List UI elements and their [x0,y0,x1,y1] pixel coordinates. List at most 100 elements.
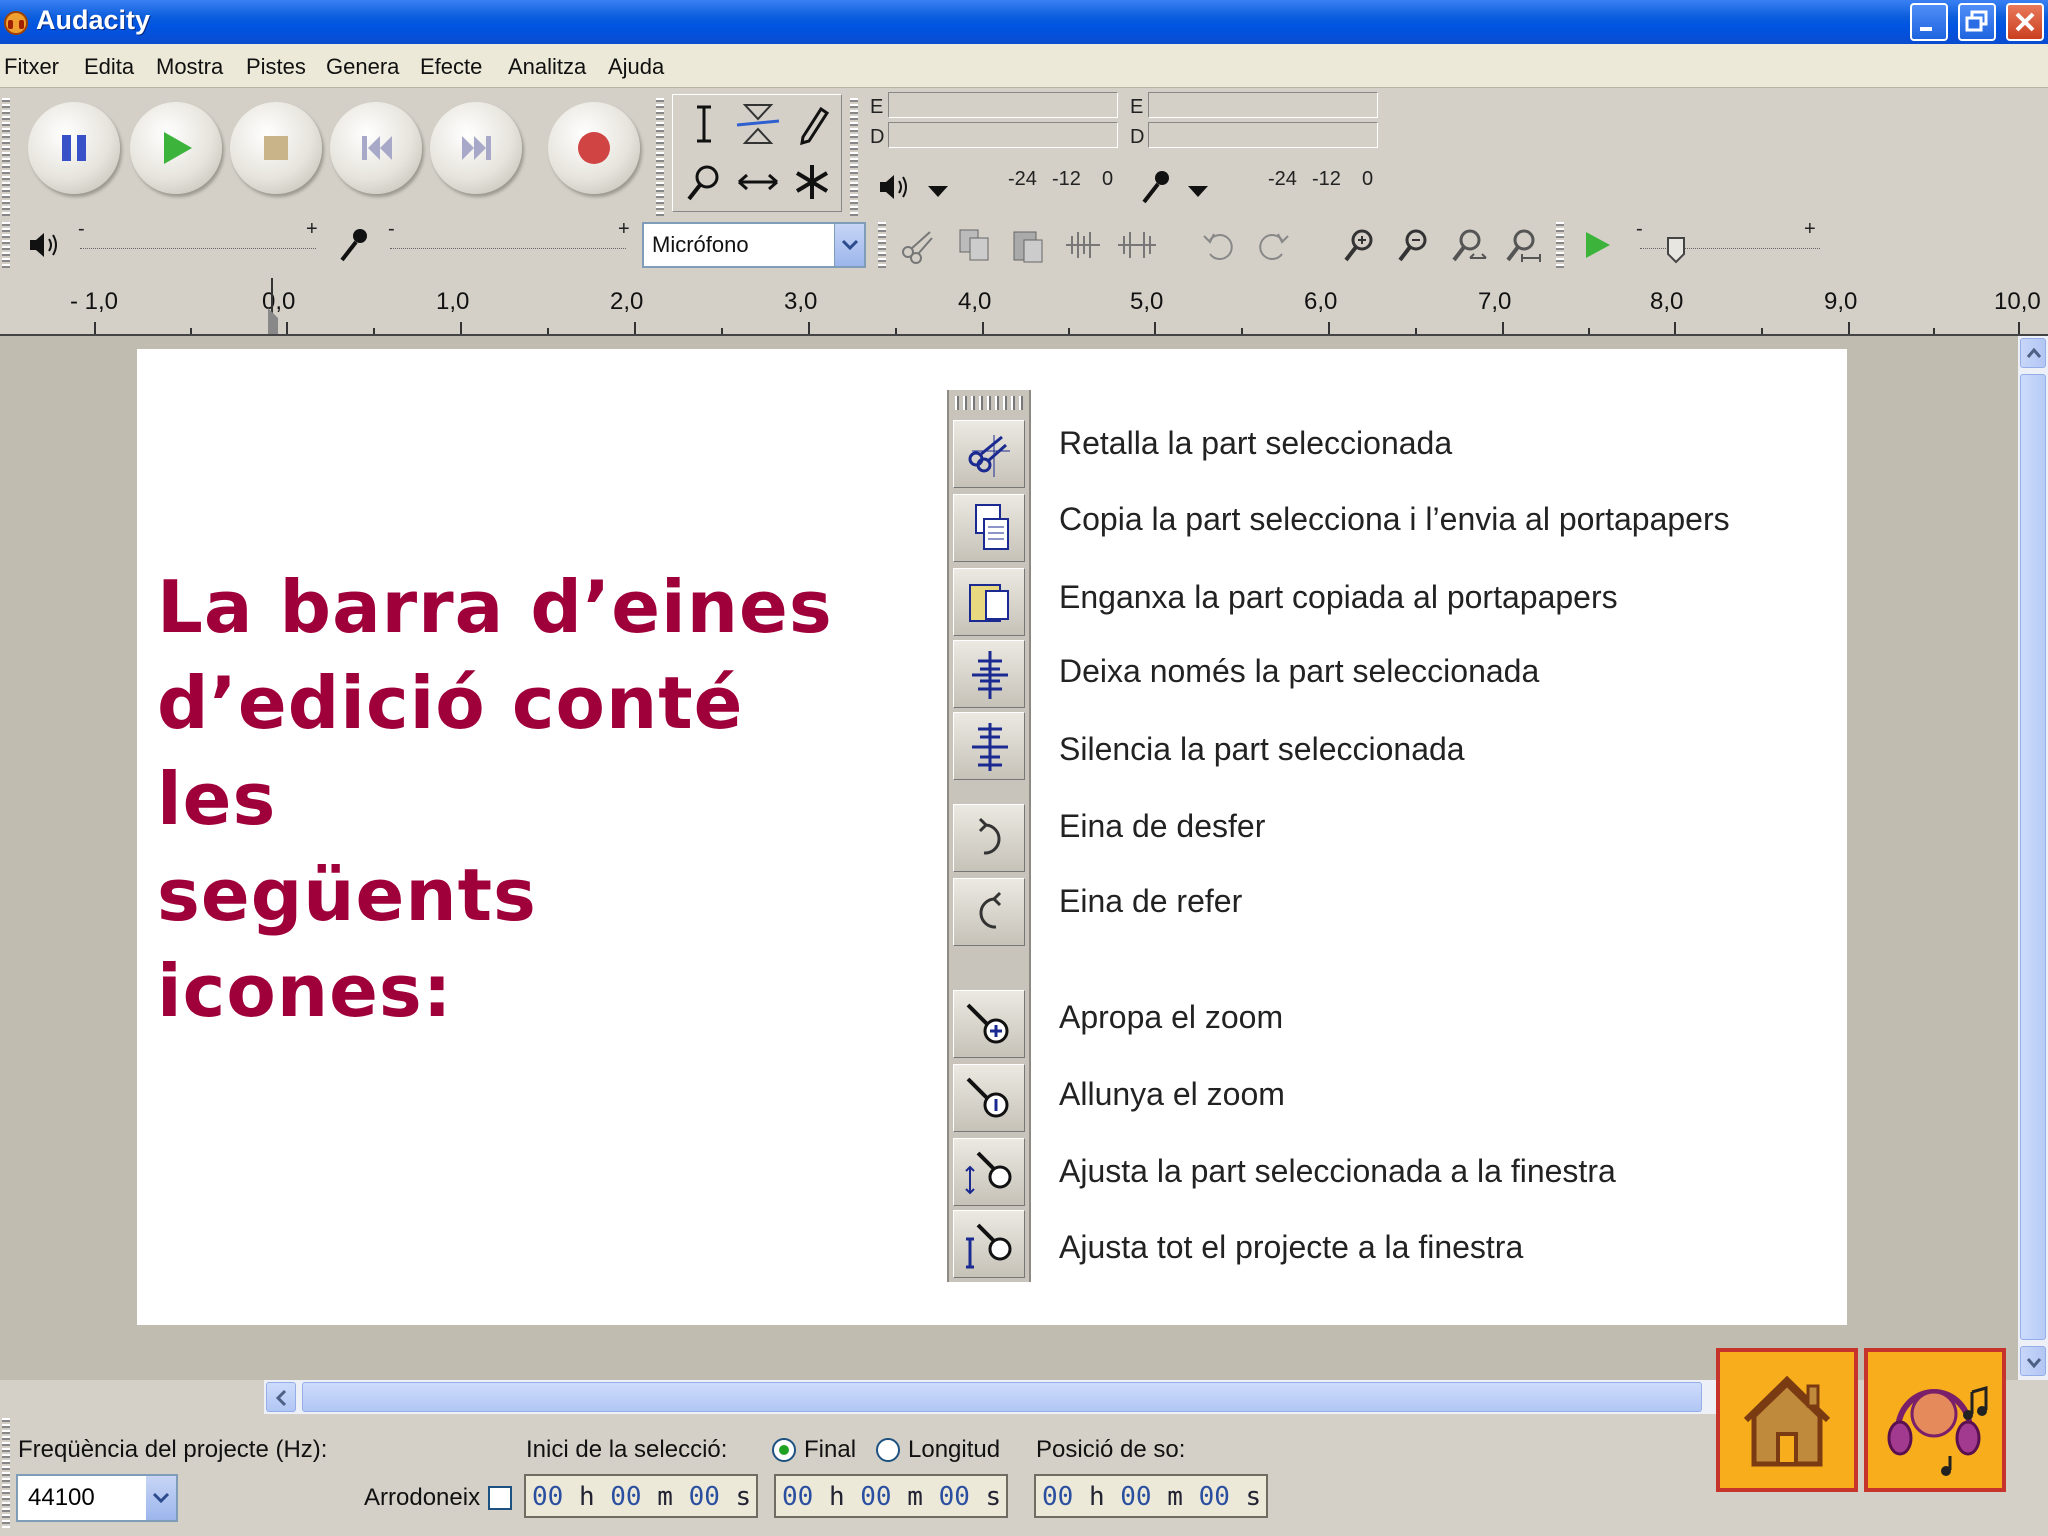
toolbar-grip[interactable] [878,222,886,270]
input-source-chevron-down-icon[interactable] [834,224,864,266]
vertical-scroll-thumb[interactable] [2020,374,2046,1340]
skip-end-button[interactable] [430,102,522,194]
horizontal-scrollbar[interactable] [264,1380,1718,1414]
toolbar-grip[interactable] [850,98,858,218]
scroll-left-chevron-left-icon[interactable] [266,1382,296,1412]
stop-button[interactable] [230,102,322,194]
audio-position-time[interactable]: 00 h 00 m 00 s [1034,1474,1268,1518]
ruler-minor-tick [1241,328,1243,334]
fit-project-icon[interactable] [1498,222,1544,268]
zoom-tool-icon[interactable] [677,155,731,209]
scroll-up-chevron-up-icon[interactable] [2020,338,2046,368]
vertical-scrollbar[interactable] [2018,336,2048,1380]
trim-icon[interactable] [896,222,942,268]
skip-start-button[interactable] [330,102,422,194]
scroll-down-chevron-down-icon[interactable] [2020,1346,2046,1376]
output-meter-right-label: D [870,126,885,148]
horizontal-scroll-thumb[interactable] [302,1382,1702,1412]
ruler-label: 9,0 [1824,288,1858,315]
toolbar-grip[interactable] [1556,222,1564,270]
menu-fitxer[interactable]: Fitxer [4,54,59,80]
hours-value: 00 [782,1482,814,1512]
selection-tool-icon[interactable] [677,97,731,151]
input-meter-right[interactable] [1148,122,1378,148]
tool-description: Eina de refer [1059,883,1243,919]
input-meter-left[interactable] [1148,92,1378,118]
microphone-icon [1134,164,1180,210]
silence-icon[interactable] [1114,222,1160,268]
redo-icon[interactable] [1250,222,1296,268]
output-volume-speaker-icon [22,222,68,268]
menu-edita[interactable]: Edita [84,54,134,80]
timeshift-tool-icon[interactable] [731,155,785,209]
output-scale-label: -12 [1052,168,1081,190]
multi-tool-icon[interactable] [785,155,839,209]
pause-button[interactable] [28,102,120,194]
toolbar-grip[interactable] [2,222,10,270]
snap-checkbox[interactable] [488,1486,512,1510]
project-rate-chevron-down-icon[interactable] [146,1476,176,1520]
undo-icon[interactable] [1196,222,1242,268]
home-button[interactable] [1716,1348,1858,1492]
zoom-in-icon[interactable] [1336,222,1382,268]
ruler-label: 5,0 [1130,288,1164,315]
headphones-music-icon [1887,1386,1988,1476]
selection-start-label: Inici de la selecció: [526,1436,728,1463]
length-radio[interactable] [876,1438,900,1462]
output-meter-left[interactable] [888,92,1118,118]
slide-heading-line: d’edició conté les [157,661,744,841]
menu-genera[interactable]: Genera [326,54,399,80]
selection-start-time[interactable]: 00 h 00 m 00 s [524,1474,758,1518]
output-meter-menu-chevron-down-icon[interactable] [916,166,962,212]
ruler-major-tick [808,322,810,334]
paste-icon[interactable] [1006,222,1052,268]
timeline-ruler[interactable]: - 1,0 0,0 1,0 2,0 3,0 4,0 5,0 6,0 7,0 8,0 9,0 10,0 [0,274,2048,336]
ruler-minor-tick [895,328,897,334]
play-speed-min-label: - [1636,218,1643,240]
menu-mostra[interactable]: Mostra [156,54,223,80]
input-meter-menu-chevron-down-icon[interactable] [1176,166,1222,212]
close-button[interactable] [2006,3,2044,41]
toolbar-grip[interactable] [2,98,10,218]
output-meter-left-label: E [870,96,884,118]
trim-outside-icon[interactable] [1060,222,1106,268]
ruler-major-tick [1328,322,1330,334]
zoom-out-icon[interactable] [1390,222,1436,268]
restore-button[interactable] [1958,3,1996,41]
play-speed-slider[interactable] [1666,236,1686,264]
ruler-label: 4,0 [958,288,992,315]
copy-icon[interactable] [952,222,998,268]
selection-end-time[interactable]: 00 h 00 m 00 s [774,1474,1008,1518]
minutes-unit: m [907,1482,923,1512]
tool-description: Ajusta tot el projecte a la finestra [1059,1229,1524,1265]
envelope-tool-icon[interactable] [731,97,785,151]
output-meter-right[interactable] [888,122,1118,148]
end-radio[interactable] [772,1438,796,1462]
toolbar-grip[interactable] [656,98,664,218]
fit-selection-icon[interactable] [1444,222,1490,268]
toolbar-grip[interactable] [2,1418,10,1528]
toolbar-grip [955,396,1023,410]
ruler-minor-tick [1415,328,1417,334]
playhead-marker-icon[interactable] [266,278,280,334]
trim-outside-icon [953,640,1025,708]
slide-heading: La barra d’eines d’edició conté les segü… [157,559,837,1039]
menu-efecte[interactable]: Efecte [420,54,482,80]
fit-project-icon [953,1210,1025,1278]
copy-icon [953,494,1025,562]
audio-guide-button[interactable] [1864,1348,2006,1492]
pencil-tool-icon[interactable] [785,97,839,151]
input-source-select[interactable]: Micrófono [642,222,866,268]
play-button[interactable] [130,102,222,194]
ruler-minor-tick [190,328,192,334]
ruler-label: 1,0 [436,288,470,315]
ruler-label: 7,0 [1478,288,1512,315]
minimize-button[interactable] [1910,3,1948,41]
project-rate-select[interactable]: 44100 [16,1474,178,1522]
play-at-speed-icon[interactable] [1574,222,1620,268]
fit-selection-icon [953,1138,1025,1206]
menu-analitza[interactable]: Analitza [508,54,586,80]
menu-ajuda[interactable]: Ajuda [608,54,664,80]
menu-pistes[interactable]: Pistes [246,54,306,80]
record-button[interactable] [548,102,640,194]
